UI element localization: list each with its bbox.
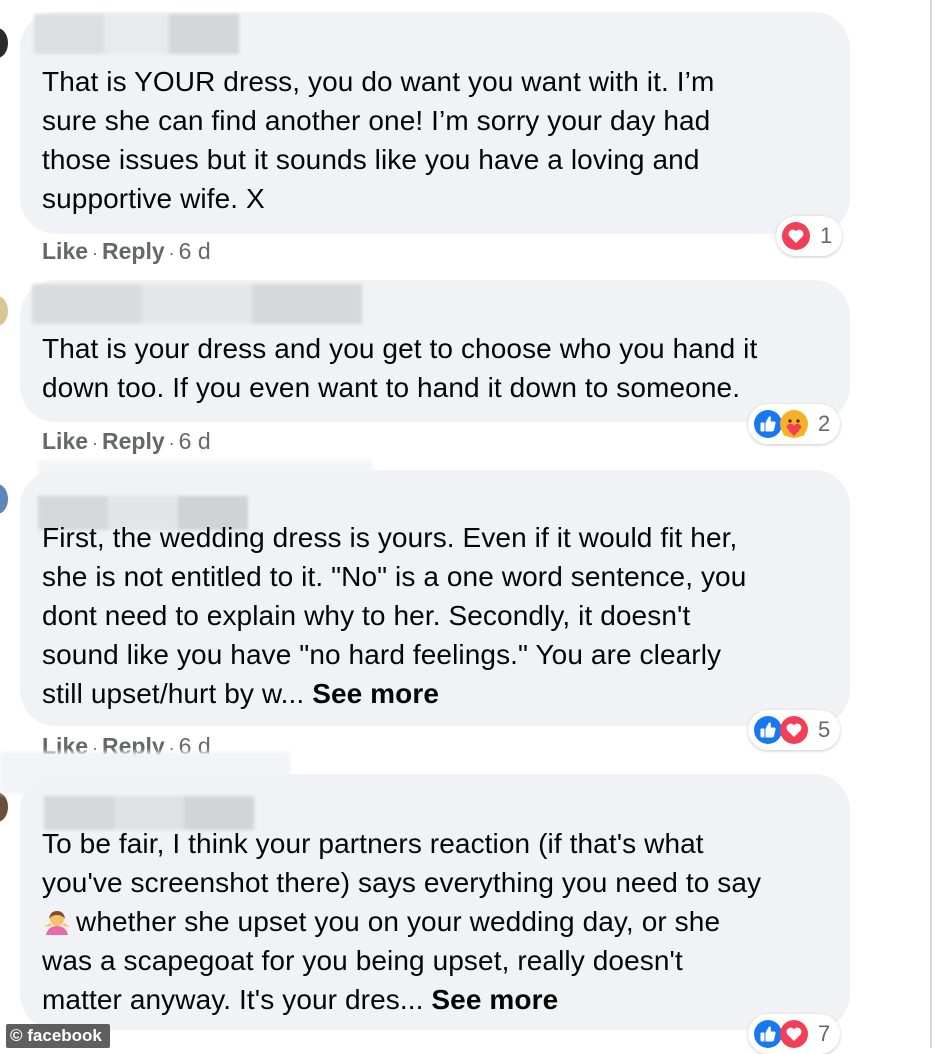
comment-actions: Like · Reply · 6 d bbox=[42, 428, 211, 455]
commenter-name-redacted[interactable] bbox=[34, 14, 239, 54]
see-more-link[interactable]: See more bbox=[312, 678, 439, 709]
comment-bubble: That is YOUR dress, you do want you want… bbox=[20, 12, 850, 234]
care-reaction-icon bbox=[780, 410, 808, 438]
avatar[interactable] bbox=[0, 792, 8, 822]
comment-bubble: To be fair, I think your partners reacti… bbox=[20, 774, 850, 1030]
reaction-summary[interactable]: 1 bbox=[776, 216, 843, 256]
comment-text: First, the wedding dress is yours. Even … bbox=[42, 522, 747, 709]
commenter-name-redacted[interactable] bbox=[32, 284, 362, 324]
reaction-count: 5 bbox=[818, 717, 831, 742]
person-gesturing-emoji-icon bbox=[44, 911, 70, 935]
heart-reaction-icon bbox=[780, 1020, 808, 1048]
reply-link[interactable]: Reply bbox=[102, 428, 165, 455]
comment-actions: Like · Reply · 6 d bbox=[42, 238, 211, 265]
comment-bubble: That is your dress and you get to choose… bbox=[20, 280, 850, 422]
timestamp[interactable]: 6 d bbox=[179, 428, 211, 455]
reply-link[interactable]: Reply bbox=[102, 238, 165, 265]
facebook-watermark: © facebook bbox=[6, 1024, 110, 1048]
comment-text: That is YOUR dress, you do want you want… bbox=[42, 66, 715, 214]
comment-bubble: First, the wedding dress is yours. Even … bbox=[20, 470, 850, 726]
like-link[interactable]: Like bbox=[42, 428, 88, 455]
reaction-count: 1 bbox=[820, 223, 833, 248]
reaction-summary[interactable]: 7 bbox=[748, 1014, 841, 1054]
see-more-link[interactable]: See more bbox=[431, 984, 558, 1015]
heart-reaction-icon bbox=[782, 222, 810, 250]
like-link[interactable]: Like bbox=[42, 238, 88, 265]
reaction-count: 7 bbox=[818, 1021, 831, 1046]
comment-text: That is your dress and you get to choose… bbox=[42, 333, 758, 403]
reaction-summary[interactable]: 5 bbox=[748, 710, 841, 750]
avatar[interactable] bbox=[0, 296, 8, 326]
avatar[interactable] bbox=[0, 484, 8, 514]
heart-reaction-icon bbox=[780, 716, 808, 744]
scrollbar-edge bbox=[930, 0, 932, 1048]
avatar[interactable] bbox=[0, 28, 8, 58]
timestamp[interactable]: 6 d bbox=[179, 238, 211, 265]
reaction-summary[interactable]: 2 bbox=[748, 404, 841, 444]
comment-text: To be fair, I think your partners reacti… bbox=[42, 828, 762, 1015]
reaction-count: 2 bbox=[818, 411, 831, 436]
